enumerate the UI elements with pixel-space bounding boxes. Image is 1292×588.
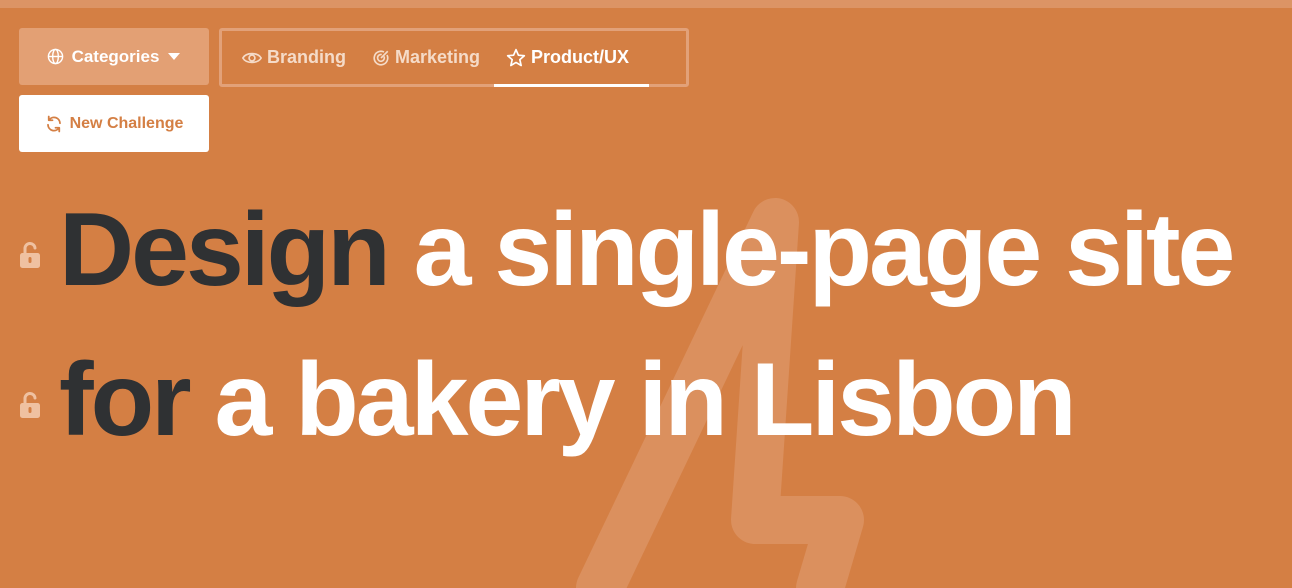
tab-marketing[interactable]: Marketing	[372, 31, 480, 84]
categories-label: Categories	[71, 46, 160, 66]
star-icon	[506, 48, 526, 66]
category-tabs: Branding Marketing Product/UX	[219, 28, 689, 87]
challenge-subject: a single-page site	[413, 192, 1236, 308]
top-strip	[0, 0, 1292, 8]
tab-product-ux[interactable]: Product/UX	[494, 31, 650, 87]
categories-dropdown-button[interactable]: Categories	[19, 28, 209, 85]
tab-product-ux-label: Product/UX	[531, 47, 630, 67]
unlock-icon[interactable]	[18, 241, 42, 269]
refresh-icon	[46, 115, 61, 132]
challenge-client: a bakery in Lisbon	[214, 342, 1077, 458]
challenge-line-2: for a bakery in Lisbon	[18, 340, 1077, 460]
new-challenge-label: New Challenge	[69, 114, 184, 132]
new-challenge-button[interactable]: New Challenge	[19, 95, 209, 152]
unlock-icon[interactable]	[18, 391, 42, 419]
globe-icon	[47, 48, 63, 65]
challenge-connector: for	[59, 342, 192, 458]
tab-branding[interactable]: Branding	[242, 31, 346, 84]
eye-icon	[242, 52, 262, 63]
tab-branding-label: Branding	[267, 47, 346, 67]
caret-down-icon	[168, 53, 181, 60]
target-icon	[373, 50, 389, 66]
challenge-verb: Design	[59, 192, 391, 308]
challenge-line-1: Design a single-page site	[18, 190, 1236, 310]
tab-marketing-label: Marketing	[395, 47, 481, 67]
